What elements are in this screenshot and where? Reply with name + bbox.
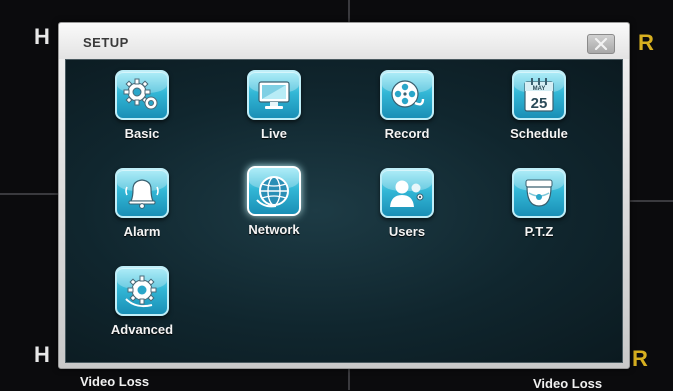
- svg-text:25: 25: [531, 95, 548, 112]
- menu-item-schedule[interactable]: MAY 25 Schedule: [489, 70, 589, 152]
- menu-label-ptz: P.T.Z: [524, 224, 554, 239]
- menu-item-ptz[interactable]: P.T.Z: [489, 168, 589, 250]
- grid-divider-horizontal-left: [0, 193, 58, 195]
- menu-item-record[interactable]: Record: [357, 70, 457, 152]
- gears-icon: [115, 70, 169, 120]
- dome-camera-icon: [512, 168, 566, 218]
- menu-item-basic[interactable]: Basic: [92, 70, 192, 152]
- channel-marker-top-left: H: [34, 24, 50, 49]
- menu-label-record: Record: [384, 126, 430, 141]
- svg-text:MAY: MAY: [533, 86, 546, 92]
- grid-divider-vertical-bottom: [348, 367, 350, 390]
- close-icon: [594, 38, 608, 50]
- setup-dialog: SETUP Basic Live Record MAY 25 Schedule …: [58, 22, 630, 369]
- dialog-title: SETUP: [83, 35, 129, 50]
- channel-marker-bottom-left: H: [34, 342, 50, 367]
- menu-item-network[interactable]: Network: [224, 166, 324, 248]
- menu-label-schedule: Schedule: [510, 126, 568, 141]
- film-reel-icon: [380, 70, 434, 120]
- menu-label-basic: Basic: [124, 126, 160, 141]
- monitor-icon: [247, 70, 301, 120]
- video-loss-label-left: Video Loss: [80, 374, 150, 389]
- globe-icon: [247, 166, 301, 216]
- close-button[interactable]: [587, 34, 615, 54]
- bell-icon: [115, 168, 169, 218]
- menu-label-network: Network: [248, 222, 300, 237]
- menu-label-live: Live: [260, 126, 287, 141]
- users-icon: [380, 168, 434, 218]
- menu-item-alarm[interactable]: Alarm: [92, 168, 192, 250]
- video-loss-label-right: Video Loss: [533, 376, 603, 391]
- advanced-gear-icon: [115, 266, 169, 316]
- channel-marker-top-right: R: [638, 30, 654, 55]
- grid-divider-vertical: [348, 0, 350, 22]
- menu-label-users: Users: [388, 224, 426, 239]
- channel-marker-bottom-right: R: [632, 346, 648, 371]
- menu-label-alarm: Alarm: [123, 224, 161, 239]
- menu-item-advanced[interactable]: Advanced: [92, 266, 192, 348]
- calendar-icon: MAY 25: [512, 70, 566, 120]
- menu-label-advanced: Advanced: [110, 322, 174, 337]
- grid-divider-horizontal-right: [629, 200, 673, 202]
- menu-item-users[interactable]: Users: [357, 168, 457, 250]
- menu-item-live[interactable]: Live: [224, 70, 324, 152]
- dialog-titlebar: SETUP: [59, 23, 629, 59]
- setup-menu-panel: Basic Live Record MAY 25 Schedule Alarm …: [65, 59, 623, 363]
